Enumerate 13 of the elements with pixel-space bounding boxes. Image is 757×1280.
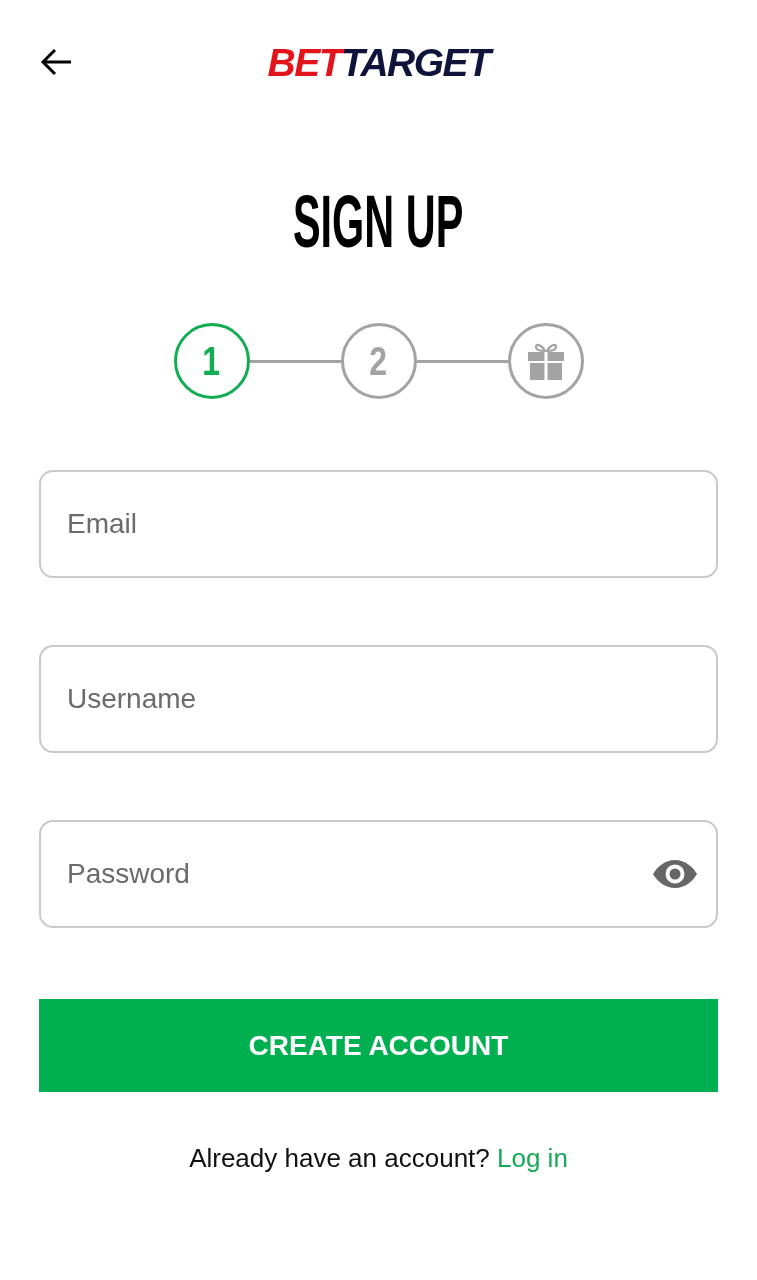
step-circle: 2 <box>340 323 417 399</box>
input-field[interactable]: Email <box>39 470 718 578</box>
input-field[interactable]: Username <box>39 645 718 753</box>
password-field[interactable]: Password <box>39 820 718 928</box>
login-link[interactable]: Log in <box>497 1143 568 1173</box>
back-arrow-icon <box>40 48 72 76</box>
create-account-button[interactable]: CREATE ACCOUNT <box>39 999 718 1092</box>
eye-icon[interactable] <box>653 860 697 888</box>
page-title: SIGN UP <box>293 185 464 259</box>
back-button[interactable] <box>39 46 73 78</box>
gift-icon <box>527 342 564 380</box>
login-prompt-text: Already have an account? <box>189 1143 490 1173</box>
step-circle: 1 <box>173 323 250 399</box>
